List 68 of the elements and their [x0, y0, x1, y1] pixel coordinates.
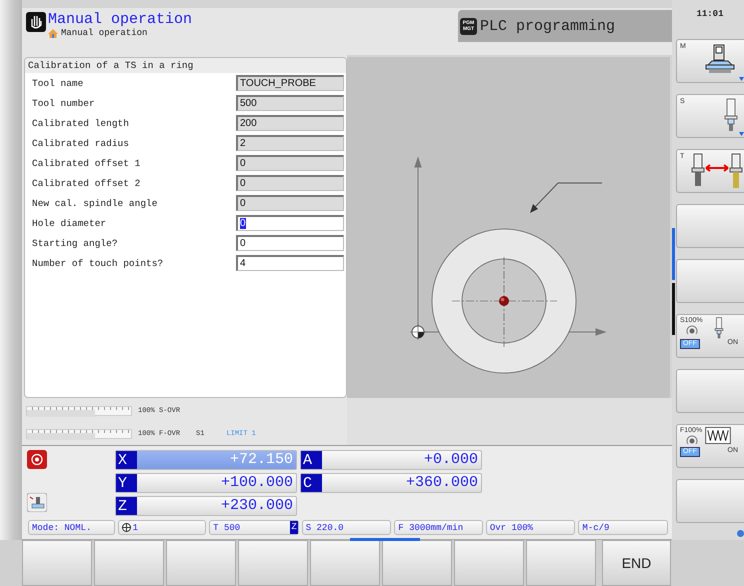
datum-icon: [122, 523, 131, 532]
field-label: Calibrated length: [32, 118, 129, 128]
field-label: Number of touch points?: [32, 258, 164, 268]
blank-softkey[interactable]: [676, 259, 744, 303]
blank-softkey[interactable]: [238, 540, 308, 586]
blank-softkey[interactable]: [94, 540, 164, 586]
status-field: F 3000mm/min: [394, 520, 483, 535]
record-icon: [27, 450, 47, 469]
axis-position[interactable]: C +360.000: [300, 473, 482, 493]
status-field: Ovr 100%: [486, 520, 576, 535]
help-icon[interactable]: [737, 530, 744, 537]
input-field[interactable]: 4: [236, 255, 344, 271]
dropdown-icon: [739, 77, 744, 81]
axis-position[interactable]: Z +230.000: [115, 496, 297, 516]
axis-position[interactable]: Y +100.000: [115, 473, 297, 493]
spindle-icon: [724, 98, 738, 132]
input-field[interactable]: 0: [236, 215, 344, 231]
spindle-icon: [714, 317, 724, 339]
field-label: Tool number: [32, 98, 95, 108]
form-title: Calibration of a TS in a ring: [25, 58, 346, 73]
dropdown-icon: [739, 132, 744, 136]
hand-icon: [26, 12, 46, 32]
input-field[interactable]: 500: [236, 95, 344, 111]
blank-softkey[interactable]: [676, 204, 744, 248]
field-label: Calibrated radius: [32, 138, 129, 148]
end-softkey[interactable]: END: [602, 540, 671, 586]
scroll-indicator: [672, 228, 675, 280]
tool-change-icon: [690, 153, 744, 191]
scroll-indicator: [672, 283, 675, 335]
blank-softkey[interactable]: [454, 540, 524, 586]
clock: 11:01: [695, 8, 724, 21]
input-field[interactable]: 0: [236, 195, 344, 211]
blank-softkey[interactable]: [676, 369, 744, 413]
input-field[interactable]: 0: [236, 155, 344, 171]
field-label: Starting angle?: [32, 238, 118, 248]
field-label: Tool name: [32, 78, 84, 88]
input-field[interactable]: 2: [236, 135, 344, 151]
status-field: T 500 Z: [209, 520, 299, 535]
dial-icon: [686, 325, 698, 335]
status-field: M-c/9: [578, 520, 668, 535]
status-field: Mode: NOML.: [28, 520, 115, 535]
field-label: Calibrated offset 1: [32, 158, 140, 168]
blank-softkey[interactable]: [166, 540, 236, 586]
field-label: New cal. spindle angle: [32, 198, 158, 208]
input-field[interactable]: TOUCH_PROBE: [236, 75, 344, 91]
input-field[interactable]: 0: [236, 175, 344, 191]
axis-position[interactable]: X +72.150: [115, 450, 297, 470]
blank-softkey[interactable]: [676, 479, 744, 523]
field-label: Hole diameter: [32, 218, 106, 228]
mode-title: Manual operation: [48, 12, 192, 28]
blank-softkey[interactable]: [382, 540, 452, 586]
axis-badge: Z: [290, 521, 298, 534]
status-field: S 220.0: [302, 520, 392, 535]
blank-softkey[interactable]: [526, 540, 596, 586]
machine-icon: [27, 493, 47, 512]
blank-softkey[interactable]: [22, 540, 92, 586]
input-field[interactable]: 200: [236, 115, 344, 131]
status-field: 1: [118, 520, 206, 535]
mode-label: PLC programming: [480, 18, 616, 34]
home-icon: [48, 28, 58, 38]
input-field[interactable]: 0: [236, 235, 344, 251]
page-indicator: [350, 538, 420, 541]
blank-softkey[interactable]: [310, 540, 380, 586]
dial-icon: [686, 435, 698, 445]
field-label: Calibrated offset 2: [32, 178, 140, 188]
axis-position[interactable]: A +0.000: [300, 450, 482, 470]
feed-zigzag-icon: [705, 427, 732, 444]
breadcrumb: Manual operation: [61, 28, 148, 38]
